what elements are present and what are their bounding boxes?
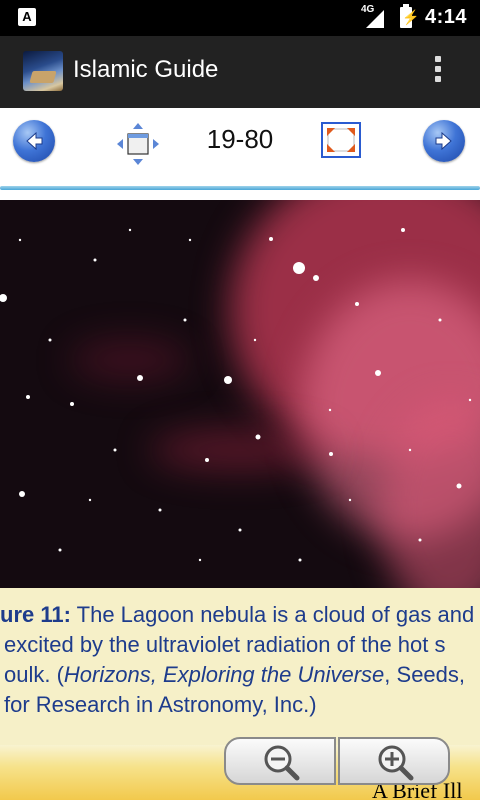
caption-line-3b: , Seeds, <box>384 662 466 687</box>
caption-line-2: excited by the ultraviolet radiation of … <box>4 632 446 657</box>
arrow-left-icon <box>26 131 43 151</box>
caption-line-1: The Lagoon nebula is a cloud of gas and <box>70 602 475 627</box>
app-icon <box>23 51 63 91</box>
more-vert-icon[interactable] <box>430 56 446 88</box>
reader-toolbar: 19-80 <box>0 108 480 186</box>
move-icon[interactable] <box>116 122 160 166</box>
toolbar-divider <box>0 186 480 190</box>
app-title: Islamic Guide <box>73 56 219 83</box>
battery-icon: ⚡ <box>400 4 419 28</box>
signal-icon <box>366 10 384 28</box>
next-page-button[interactable] <box>423 120 465 162</box>
caption-line-3a: oulk. ( <box>4 662 64 687</box>
status-time: 4:14 <box>425 6 468 28</box>
page-indicator: 19-80 <box>206 124 274 154</box>
zoom-out-button[interactable] <box>224 737 336 785</box>
fit-screen-icon[interactable] <box>321 122 361 158</box>
zoom-out-icon <box>264 745 300 781</box>
notification-icon: A <box>18 8 36 26</box>
nebula-image <box>0 200 480 588</box>
status-bar: A 4G ⚡ 4:14 <box>0 0 480 36</box>
caption-line-4: for Research in Astronomy, Inc.) <box>4 692 317 717</box>
caption-figure-label: ure 11: <box>0 602 71 627</box>
figure-caption: ure 11: The Lagoon nebula is a cloud of … <box>0 600 480 745</box>
zoom-in-icon <box>378 745 414 781</box>
star-field <box>0 228 472 562</box>
caption-source-title: Horizons, Exploring the Universe <box>63 662 385 687</box>
previous-page-button[interactable] <box>13 120 55 162</box>
document-page[interactable]: ure 11: The Lagoon nebula is a cloud of … <box>0 200 480 800</box>
arrow-right-icon <box>435 131 452 151</box>
zoom-in-button[interactable] <box>338 737 450 785</box>
action-bar: Islamic Guide <box>0 36 480 108</box>
